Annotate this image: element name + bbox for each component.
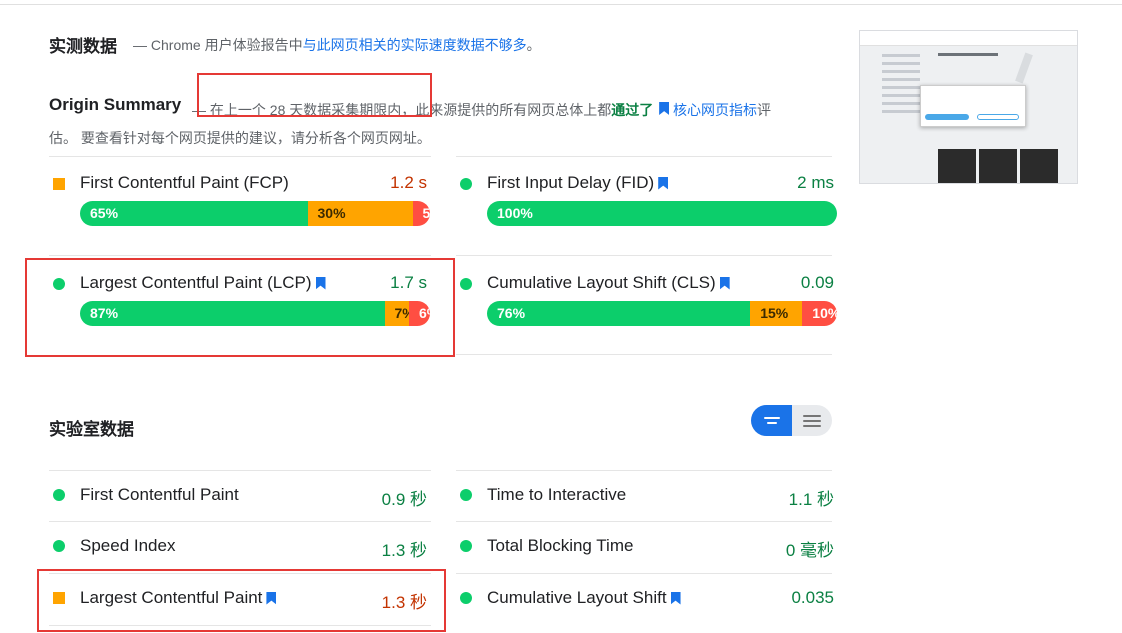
good-segment: 65% bbox=[80, 201, 308, 226]
lab-metric-name-text: Time to Interactive bbox=[487, 485, 627, 504]
toggle-list-icon[interactable] bbox=[792, 405, 832, 436]
toggle-summary-icon[interactable] bbox=[751, 405, 792, 436]
field-note-prefix: — Chrome 用户体验报告中 bbox=[133, 37, 303, 53]
top-divider bbox=[0, 4, 1122, 5]
field-data-title: 实测数据 bbox=[49, 37, 117, 56]
good-indicator-icon bbox=[53, 489, 65, 501]
field-note-suffix: 。 bbox=[526, 37, 541, 53]
bookmark-icon bbox=[719, 276, 730, 290]
divider bbox=[49, 521, 431, 522]
good-segment: 100% bbox=[487, 201, 837, 226]
average-indicator-icon bbox=[53, 178, 65, 190]
good-indicator-icon bbox=[53, 540, 65, 552]
lab-metric-name: Total Blocking Time bbox=[487, 536, 633, 556]
average-segment: 15% bbox=[750, 301, 803, 326]
lab-metric-name: Speed Index bbox=[80, 536, 175, 556]
divider bbox=[456, 521, 832, 522]
lab-row: First Contentful Paint 0.9 秒 bbox=[49, 485, 427, 509]
lab-metric-name-text: Speed Index bbox=[80, 536, 176, 555]
bookmark-icon bbox=[670, 591, 681, 605]
metric-name-text: First Input Delay (FID) bbox=[487, 173, 655, 192]
average-segment: 30% bbox=[307, 201, 413, 226]
metric-name: First Contentful Paint (FCP) bbox=[80, 173, 289, 193]
lab-metric-name-text: Cumulative Layout Shift bbox=[487, 588, 667, 607]
metric-value: 2 ms bbox=[797, 173, 834, 192]
metric-fcp: First Contentful Paint (FCP) 1.2 s 65% 30% 5… bbox=[49, 173, 430, 233]
poor-segment: 10% bbox=[802, 301, 837, 326]
field-data-note: — Chrome 用户体验报告中与此网页相关的实际速度数据不够多。 bbox=[133, 35, 541, 55]
distribution-bar: 65%30%5% bbox=[80, 201, 430, 226]
metric-name: Cumulative Layout Shift (CLS) bbox=[487, 273, 730, 293]
good-indicator-icon bbox=[460, 489, 472, 501]
divider bbox=[456, 573, 832, 574]
lab-metric-value: 0.035 bbox=[791, 588, 834, 607]
good-indicator-icon bbox=[460, 592, 472, 604]
lab-metric-value: 0 毫秒 bbox=[785, 541, 834, 560]
bookmark-icon bbox=[658, 176, 669, 190]
view-toggle[interactable] bbox=[751, 405, 832, 436]
highlight-lcp-box bbox=[25, 258, 455, 357]
lab-metric-value: 0.9 秒 bbox=[381, 490, 427, 509]
highlight-period-box bbox=[197, 73, 432, 117]
divider bbox=[456, 354, 832, 355]
good-segment: 76% bbox=[487, 301, 751, 326]
highlight-lab-lcp-box bbox=[37, 569, 446, 632]
cwv-link[interactable]: 核心网页指标 bbox=[673, 102, 757, 118]
lab-metric-name: Time to Interactive bbox=[487, 485, 626, 505]
divider bbox=[49, 156, 431, 157]
metric-value: 1.2 s bbox=[390, 173, 427, 192]
origin-text-1: 此来源提供的所有网页总体上都 bbox=[415, 102, 612, 118]
good-indicator-icon bbox=[460, 278, 472, 290]
metric-name-text: First Contentful Paint (FCP) bbox=[80, 173, 289, 192]
lab-metric-name-text: Total Blocking Time bbox=[487, 536, 634, 555]
metric-value: 0.09 bbox=[800, 273, 834, 292]
lab-metric-value: 1.3 秒 bbox=[381, 541, 427, 560]
page-screenshot-thumbnail bbox=[859, 30, 1078, 184]
distribution-bar: 100% bbox=[487, 201, 837, 226]
metric-name: First Input Delay (FID) bbox=[487, 173, 669, 193]
divider bbox=[49, 470, 431, 471]
good-indicator-icon bbox=[460, 540, 472, 552]
lab-metric-name: Cumulative Layout Shift bbox=[487, 588, 681, 608]
good-indicator-icon bbox=[460, 178, 472, 190]
lab-row: Cumulative Layout Shift 0.035 bbox=[456, 588, 834, 608]
poor-segment: 5% bbox=[412, 201, 430, 226]
metric-cls: Cumulative Layout Shift (CLS) 0.09 76% 15% 1… bbox=[456, 273, 837, 333]
origin-pass: 通过了 bbox=[611, 102, 654, 118]
metric-name-text: Cumulative Layout Shift (CLS) bbox=[487, 273, 716, 292]
field-note-link[interactable]: 与此网页相关的实际速度数据不够多 bbox=[303, 37, 527, 53]
lab-metric-value: 1.1 秒 bbox=[788, 490, 834, 509]
lab-row: Speed Index 1.3 秒 bbox=[49, 536, 427, 560]
divider bbox=[49, 255, 431, 256]
divider bbox=[456, 156, 832, 157]
metric-fid: First Input Delay (FID) 2 ms 100% bbox=[456, 173, 837, 233]
lab-row: Total Blocking Time 0 毫秒 bbox=[456, 536, 834, 560]
divider bbox=[456, 470, 832, 471]
lab-row: Time to Interactive 1.1 秒 bbox=[456, 485, 834, 509]
lab-metric-name: First Contentful Paint bbox=[80, 485, 239, 505]
divider bbox=[456, 255, 832, 256]
distribution-bar: 76%15%10% bbox=[487, 301, 837, 326]
lab-data-title: 实验室数据 bbox=[49, 420, 134, 439]
bookmark-icon bbox=[659, 102, 670, 115]
lab-metric-name-text: First Contentful Paint bbox=[80, 485, 239, 504]
